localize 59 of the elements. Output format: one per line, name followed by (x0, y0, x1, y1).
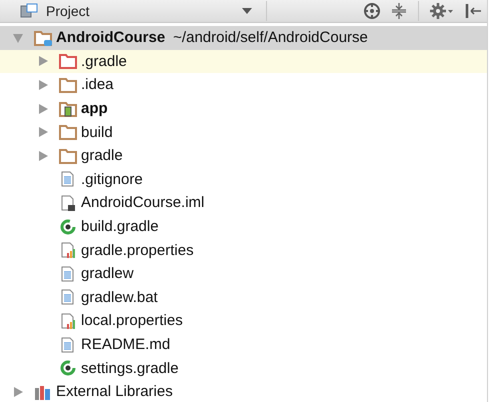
window-icon (20, 3, 38, 19)
folder-icon (59, 148, 77, 164)
tree-item[interactable]: .gradle (0, 50, 487, 74)
collapsed-arrow-icon[interactable] (12, 386, 24, 398)
tree-item[interactable]: gradlew (0, 262, 487, 286)
item-label: gradle (81, 147, 123, 164)
hide-icon[interactable] (464, 2, 482, 20)
tree-item[interactable]: gradle.properties (0, 238, 487, 262)
collapsed-arrow-icon[interactable] (37, 102, 49, 115)
tree-item[interactable]: build (0, 120, 487, 144)
tree-item[interactable]: README.md (0, 332, 487, 356)
item-label: gradle.properties (81, 242, 194, 259)
file-icon (59, 194, 77, 211)
gear-icon[interactable] (430, 2, 454, 20)
item-label: External Libraries (56, 383, 173, 400)
item-label: .gradle (81, 52, 127, 70)
item-label: build.gradle (81, 218, 159, 236)
tree-item[interactable]: gradle (0, 144, 487, 168)
tree-item[interactable]: build.gradle (0, 214, 487, 238)
panel-title: Project (46, 3, 90, 19)
collapsed-arrow-icon[interactable] (37, 78, 49, 91)
item-label: .gitignore (81, 170, 143, 188)
item-label: README.md (81, 336, 170, 354)
library-books-icon (34, 384, 52, 400)
item-label: local.properties (81, 312, 183, 330)
tree-item[interactable]: .idea (0, 73, 487, 97)
collapsed-arrow-icon[interactable] (37, 150, 49, 162)
properties-file-icon (59, 242, 77, 258)
target-icon[interactable] (363, 2, 381, 20)
dropdown-caret-icon[interactable] (242, 8, 252, 14)
expanded-arrow-icon[interactable] (12, 32, 24, 44)
item-label: gradlew.bat (81, 288, 158, 306)
module-folder-icon (59, 100, 77, 117)
folder-icon (59, 53, 77, 70)
collapsed-arrow-icon[interactable] (37, 126, 49, 138)
tree-item[interactable]: AndroidCourse.iml (0, 191, 487, 215)
tree-item[interactable]: gradlew.bat (0, 286, 487, 310)
gradle-file-icon (59, 218, 77, 235)
collapsed-arrow-icon[interactable] (37, 55, 49, 68)
item-label: settings.gradle (81, 360, 179, 377)
tree-item[interactable]: app (0, 96, 487, 120)
tree-item[interactable]: settings.gradle (0, 356, 487, 380)
tree-item[interactable]: local.properties (0, 309, 487, 333)
folder-icon (59, 124, 77, 140)
tree-item[interactable]: AndroidCourse ~/android/self/AndroidCourse (0, 26, 487, 50)
item-label: AndroidCourse (56, 29, 166, 46)
collapse-icon[interactable] (391, 2, 407, 20)
item-label: gradlew (81, 265, 134, 282)
item-label: build (81, 124, 113, 141)
folder-icon (34, 30, 52, 46)
gradle-file-icon (59, 360, 77, 376)
properties-file-icon (59, 312, 77, 329)
item-label: .idea (81, 76, 114, 94)
folder-icon (59, 76, 77, 93)
path-label: ~/android/self/AndroidCourse (173, 29, 368, 46)
tree-item[interactable]: .gitignore (0, 168, 487, 192)
item-label: app (81, 100, 108, 118)
item-label: AndroidCourse.iml (81, 194, 204, 212)
tree-item[interactable]: External Libraries (0, 380, 487, 402)
